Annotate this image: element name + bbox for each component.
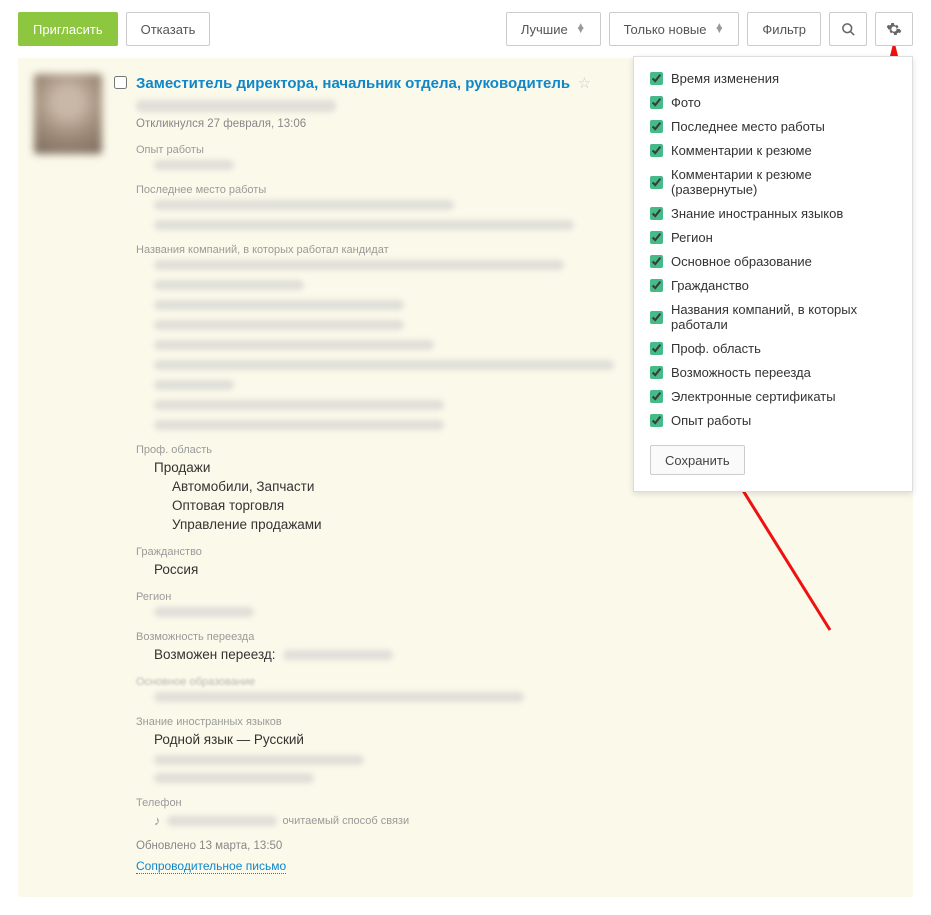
save-settings-button[interactable]: Сохранить <box>650 445 745 475</box>
search-icon <box>841 22 856 37</box>
redacted-line <box>154 160 234 170</box>
settings-option-label: Проф. область <box>671 341 761 356</box>
settings-option[interactable]: Фото <box>650 95 896 110</box>
caret-icon: ▲▼ <box>576 25 586 33</box>
redacted-line <box>154 380 234 390</box>
reject-button[interactable]: Отказать <box>126 12 211 46</box>
settings-option-label: Последнее место работы <box>671 119 825 134</box>
settings-option-checkbox[interactable] <box>650 255 663 268</box>
citizenship-value: Россия <box>154 562 897 577</box>
sort-best-label: Лучшие <box>521 22 568 37</box>
settings-option-checkbox[interactable] <box>650 176 663 189</box>
redacted-line <box>154 755 364 765</box>
settings-option[interactable]: Комментарии к резюме (развернутые) <box>650 167 896 197</box>
phone-icon: ♪ <box>154 813 161 828</box>
redacted-phone <box>167 816 277 826</box>
settings-option-checkbox[interactable] <box>650 207 663 220</box>
label-languages: Знание иностранных языков <box>136 716 897 728</box>
settings-option[interactable]: Электронные сертификаты <box>650 389 896 404</box>
search-button[interactable] <box>829 12 867 46</box>
toolbar: Пригласить Отказать Лучшие ▲▼ Только нов… <box>0 0 931 58</box>
redacted-line <box>154 692 524 702</box>
settings-option-label: Названия компаний, в которых работали <box>671 302 896 332</box>
redacted-line <box>154 280 304 290</box>
settings-option[interactable]: Регион <box>650 230 896 245</box>
select-resume-checkbox[interactable] <box>114 76 127 89</box>
cover-letter-link[interactable]: Сопроводительное письмо <box>136 859 286 874</box>
settings-option[interactable]: Основное образование <box>650 254 896 269</box>
settings-option[interactable]: Гражданство <box>650 278 896 293</box>
settings-option[interactable]: Знание иностранных языков <box>650 206 896 221</box>
settings-option[interactable]: Проф. область <box>650 341 896 356</box>
label-education: Основное образование <box>136 676 897 688</box>
redacted-line <box>154 420 444 430</box>
settings-option-label: Возможность переезда <box>671 365 811 380</box>
settings-option-checkbox[interactable] <box>650 144 663 157</box>
settings-option-label: Электронные сертификаты <box>671 389 836 404</box>
settings-option-checkbox[interactable] <box>650 311 663 324</box>
only-new-label: Только новые <box>624 22 707 37</box>
relocation-prefix: Возможен переезд: <box>154 647 276 662</box>
favorite-star-icon[interactable]: ☆ <box>578 75 591 92</box>
prof-area-sub: Управление продажами <box>172 517 897 532</box>
redacted-line <box>154 260 564 270</box>
settings-option-checkbox[interactable] <box>650 366 663 379</box>
settings-option[interactable]: Время изменения <box>650 71 896 86</box>
settings-option-label: Комментарии к резюме <box>671 143 812 158</box>
settings-option-label: Основное образование <box>671 254 812 269</box>
label-phone: Телефон <box>136 797 897 809</box>
settings-option-checkbox[interactable] <box>650 96 663 109</box>
invite-button[interactable]: Пригласить <box>18 12 118 46</box>
redacted-name <box>136 100 336 112</box>
settings-option-label: Фото <box>671 95 701 110</box>
settings-option[interactable]: Последнее место работы <box>650 119 896 134</box>
redacted-line <box>154 200 454 210</box>
settings-option-label: Регион <box>671 230 713 245</box>
redacted-line <box>154 320 404 330</box>
filter-button[interactable]: Фильтр <box>747 12 821 46</box>
languages-native: Родной язык — Русский <box>154 732 897 747</box>
gear-icon <box>886 21 902 37</box>
phone-pref-suffix: очитаемый способ связи <box>283 815 410 827</box>
settings-option-label: Гражданство <box>671 278 749 293</box>
settings-option-checkbox[interactable] <box>650 231 663 244</box>
prof-area-sub: Оптовая торговля <box>172 498 897 513</box>
label-region: Регион <box>136 591 897 603</box>
settings-option-label: Знание иностранных языков <box>671 206 843 221</box>
redacted-line <box>154 360 614 370</box>
redacted-line <box>154 607 254 617</box>
settings-option[interactable]: Опыт работы <box>650 413 896 428</box>
settings-option-checkbox[interactable] <box>650 414 663 427</box>
settings-option-checkbox[interactable] <box>650 72 663 85</box>
only-new-dropdown[interactable]: Только новые ▲▼ <box>609 12 740 46</box>
redacted-line <box>154 773 314 783</box>
updated-date: Обновлено 13 марта, 13:50 <box>136 840 897 852</box>
resume-title-link[interactable]: Заместитель директора, начальник отдела,… <box>136 75 570 92</box>
caret-icon: ▲▼ <box>714 25 724 33</box>
settings-button[interactable] <box>875 12 913 46</box>
column-settings-panel: Время изменения Фото Последнее место работ… <box>633 56 913 492</box>
settings-option-label: Комментарии к резюме (развернутые) <box>671 167 896 197</box>
label-citizenship: Гражданство <box>136 546 897 558</box>
avatar <box>34 74 102 154</box>
redacted-line <box>283 650 393 660</box>
redacted-line <box>154 400 444 410</box>
redacted-line <box>154 220 574 230</box>
label-relocation: Возможность переезда <box>136 631 897 643</box>
settings-option-label: Время изменения <box>671 71 779 86</box>
redacted-line <box>154 300 404 310</box>
settings-option[interactable]: Комментарии к резюме <box>650 143 896 158</box>
settings-option[interactable]: Названия компаний, в которых работали <box>650 302 896 332</box>
settings-option-checkbox[interactable] <box>650 390 663 403</box>
sort-best-dropdown[interactable]: Лучшие ▲▼ <box>506 12 601 46</box>
settings-option[interactable]: Возможность переезда <box>650 365 896 380</box>
settings-option-checkbox[interactable] <box>650 342 663 355</box>
settings-option-checkbox[interactable] <box>650 279 663 292</box>
relocation-value: Возможен переезд: <box>154 647 897 662</box>
redacted-line <box>154 340 434 350</box>
settings-option-label: Опыт работы <box>671 413 751 428</box>
settings-option-checkbox[interactable] <box>650 120 663 133</box>
